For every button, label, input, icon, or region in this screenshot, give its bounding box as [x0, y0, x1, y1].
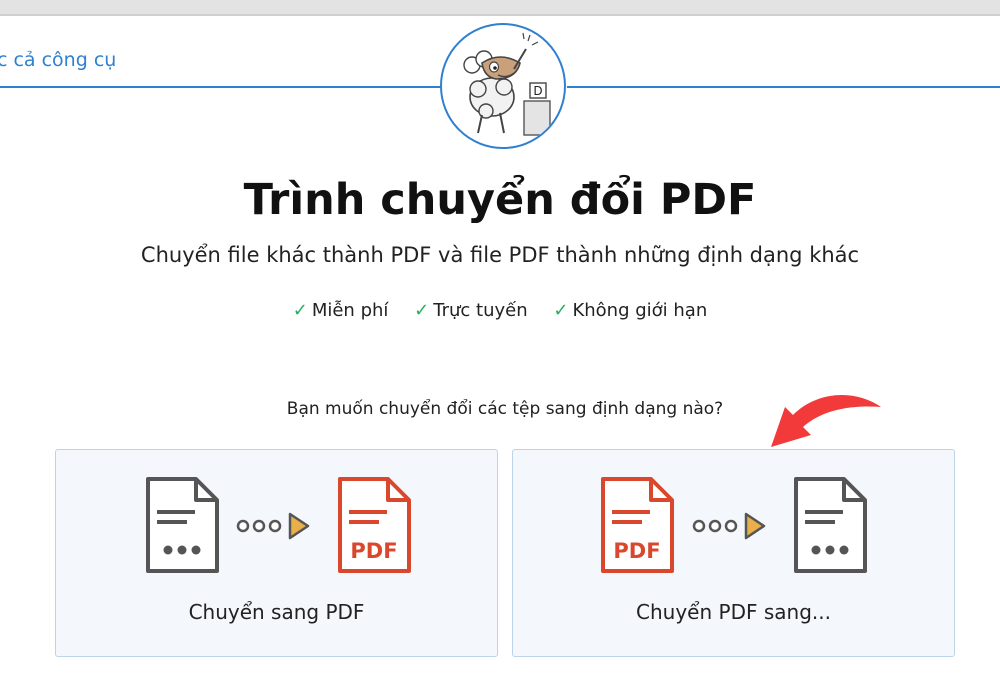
check-icon: ✓: [553, 300, 569, 321]
header-line-left: [0, 86, 442, 88]
browser-top-divider: [0, 14, 1000, 16]
convert-to-pdf-illustration: PDF: [146, 477, 411, 573]
check-icon: ✓: [414, 300, 430, 321]
mascot-logo[interactable]: D: [440, 23, 566, 149]
convert-to-pdf-card[interactable]: PDF Chuyển sang PDF: [55, 449, 498, 657]
feature-list: ✓ Miễn phí ✓ Trực tuyến ✓ Không giới hạn: [0, 300, 1000, 321]
sheep-mascot-icon: D: [463, 32, 551, 136]
curved-arrow-icon: [771, 395, 881, 447]
page-title: Trình chuyển đổi PDF: [243, 175, 757, 225]
pdf-file-icon: PDF: [601, 477, 674, 573]
all-tools-link[interactable]: c cả công cụ: [0, 49, 116, 71]
feature-online: ✓ Trực tuyến: [414, 300, 528, 321]
page-subtitle: Chuyển file khác thành PDF và file PDF t…: [140, 243, 860, 267]
feature-free: ✓ Miễn phí: [292, 300, 389, 321]
convert-from-pdf-illustration: PDF: [601, 477, 867, 573]
document-icon: [146, 477, 219, 573]
card-label: Chuyển sang PDF: [188, 600, 365, 624]
dots-arrow-icon: [692, 512, 766, 540]
dots-arrow-icon: [236, 512, 310, 540]
svg-text:D: D: [533, 84, 542, 98]
feature-unlimited: ✓ Không giới hạn: [553, 300, 708, 321]
check-icon: ✓: [292, 300, 308, 321]
browser-top-strip: [0, 0, 1000, 14]
card-label: Chuyển PDF sang...: [636, 600, 831, 624]
convert-from-pdf-card[interactable]: PDF Chuyển PDF sang...: [512, 449, 955, 657]
pdf-file-icon: PDF: [338, 477, 411, 573]
header-line-right: [567, 86, 1000, 88]
svg-text:PDF: PDF: [613, 539, 660, 563]
svg-text:PDF: PDF: [350, 539, 397, 563]
document-icon: [794, 477, 867, 573]
